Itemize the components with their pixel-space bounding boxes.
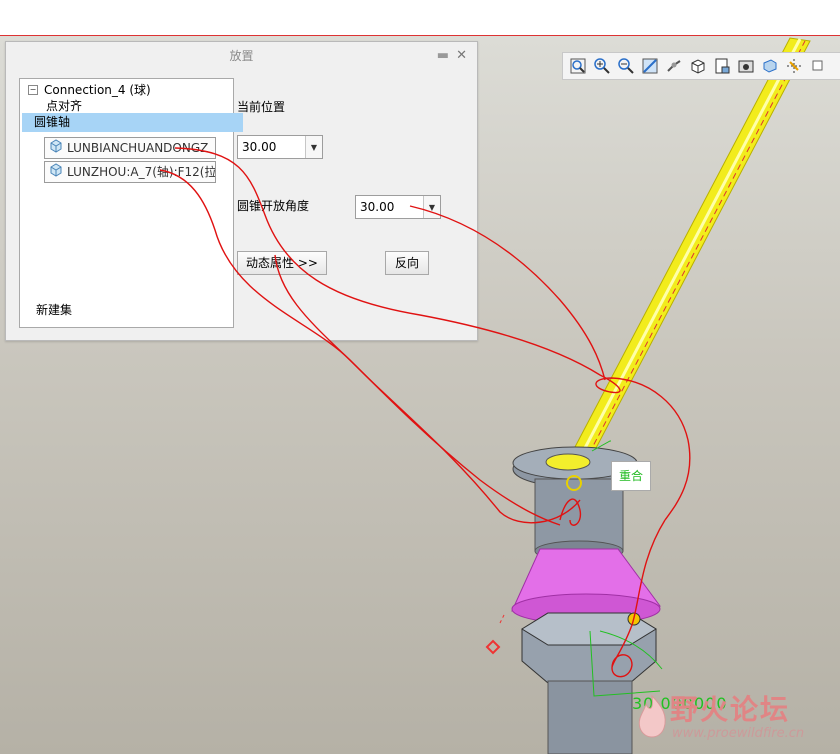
view-manager-icon[interactable]: [735, 55, 757, 77]
chevron-down-icon[interactable]: ▼: [423, 196, 440, 218]
zoom-fit-icon[interactable]: [567, 55, 589, 77]
coincident-badge: 重合: [611, 461, 651, 491]
current-position-value[interactable]: 30.00: [238, 136, 305, 158]
zoom-out-icon[interactable]: [615, 55, 637, 77]
point-align-label: 点对齐: [46, 99, 83, 113]
saved-views-icon[interactable]: [711, 55, 733, 77]
perspective-icon[interactable]: [759, 55, 781, 77]
current-position-combo[interactable]: 30.00 ▼: [237, 135, 323, 159]
watermark-title: 野火论坛: [670, 693, 791, 726]
chevron-down-icon[interactable]: ▼: [305, 136, 322, 158]
reference-2[interactable]: LUNZHOU:A_7(轴):F12(拉: [44, 161, 216, 183]
reference-1-label: LUNBIANCHUANDONGZ: [67, 141, 209, 155]
dynamic-properties-button[interactable]: 动态属性 >>: [237, 251, 327, 275]
forum-watermark: 野火论坛 www.proewildfire.cn: [632, 688, 837, 750]
refit-icon[interactable]: [639, 55, 661, 77]
new-set-label: 新建集: [36, 303, 73, 317]
top-strip: [0, 0, 840, 35]
more-icon[interactable]: [807, 55, 829, 77]
cone-angle-combo[interactable]: 30.00 ▼: [355, 195, 441, 219]
collapse-icon[interactable]: −: [28, 84, 38, 95]
display-style-icon[interactable]: [687, 55, 709, 77]
panel-title: 放置: [229, 49, 254, 63]
cone-angle-value[interactable]: 30.00: [356, 196, 423, 218]
flame-logo-icon: [638, 694, 666, 738]
cone-axis-label: 圆锥轴: [34, 115, 71, 129]
view-toolbar: [562, 52, 840, 80]
cone-angle-label: 圆锥开放角度: [237, 199, 310, 213]
part-cube-icon: [49, 138, 63, 159]
panel-title-bar[interactable]: 放置 ▬ ✕: [6, 42, 477, 70]
reference-2-label: LUNZHOU:A_7(轴):F12(拉: [67, 165, 216, 179]
watermark-url: www.proewildfire.cn: [672, 726, 805, 741]
part-cube-icon: [49, 162, 63, 183]
flip-button[interactable]: 反向: [385, 251, 429, 275]
zoom-in-icon[interactable]: [591, 55, 613, 77]
placement-panel: 放置 ▬ ✕ − Connection_4 (球) 点对齐 圆锥轴 LUNBIAN…: [5, 41, 478, 341]
pin-icon[interactable]: ▬: [437, 42, 449, 70]
datum-display-icon[interactable]: [783, 55, 805, 77]
constraint-tree[interactable]: − Connection_4 (球) 点对齐 圆锥轴 LUNBIANCHUANDO…: [19, 78, 243, 328]
close-icon[interactable]: ✕: [456, 42, 467, 70]
tree-item-cone-axis[interactable]: 圆锥轴: [22, 113, 243, 132]
current-position-label: 当前位置: [237, 100, 286, 114]
connection-label: Connection_4 (球): [44, 83, 151, 97]
new-set-item[interactable]: 新建集: [36, 301, 72, 320]
orient-icon[interactable]: [663, 55, 685, 77]
reference-1[interactable]: LUNBIANCHUANDONGZ: [44, 137, 216, 159]
